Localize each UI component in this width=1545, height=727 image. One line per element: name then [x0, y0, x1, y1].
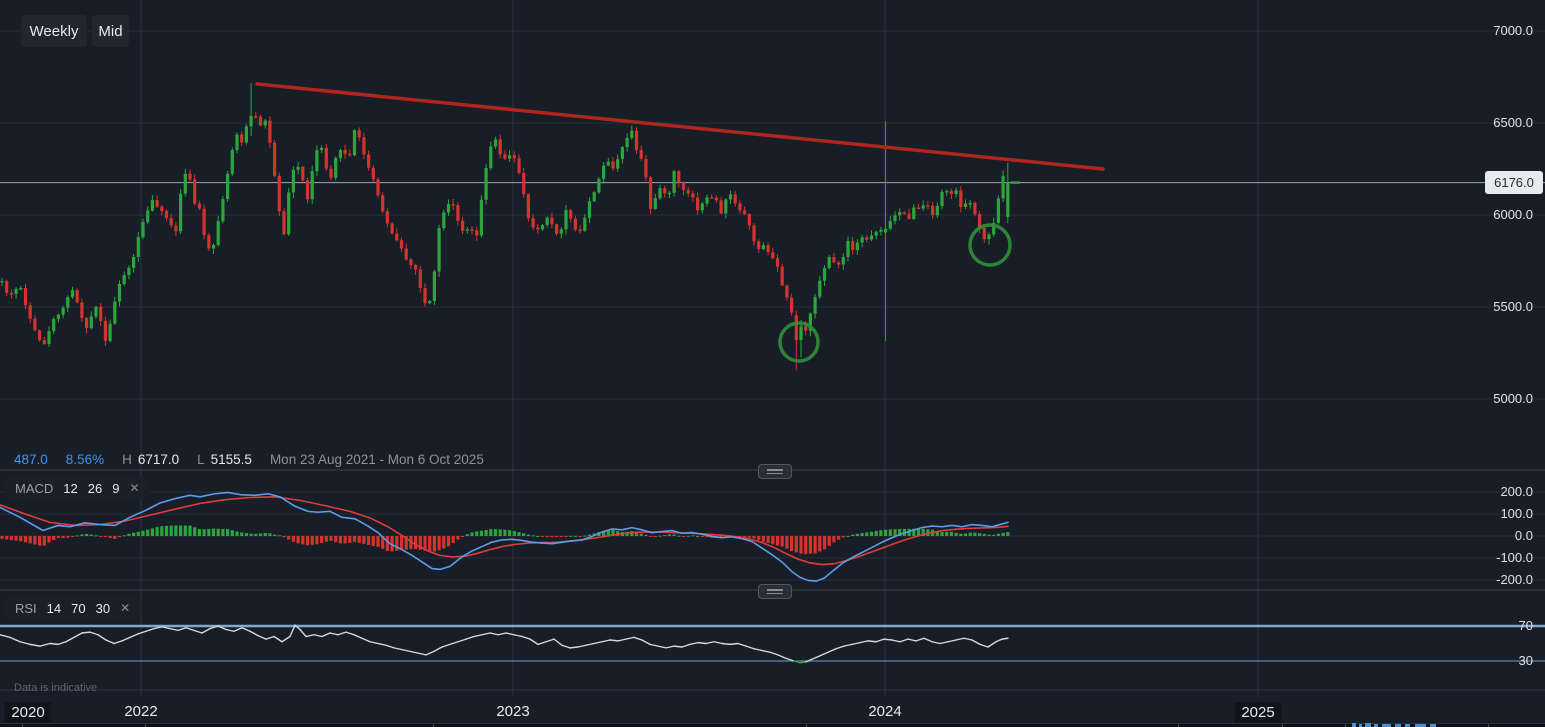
rsi-panel	[0, 625, 1545, 663]
macd-param-slow: 26	[88, 481, 102, 496]
rsi-tick: 70	[1463, 618, 1533, 634]
data-indicative-note: Data is indicative	[14, 682, 97, 694]
macd-tick: 200.0	[1463, 484, 1533, 500]
price-tick: 5500.0	[1463, 299, 1533, 315]
macd-panel-resize-handle[interactable]	[758, 464, 792, 479]
high-value: 6717.0	[138, 452, 179, 467]
trading-chart-app: Weekly Mid 487.0 8.56% H 6717.0 L 5155.5…	[0, 0, 1545, 727]
year-label: 2022	[124, 702, 157, 722]
rsi-name: RSI	[15, 601, 37, 616]
rsi-param-period: 14	[47, 601, 61, 616]
macd-tick: -100.0	[1463, 550, 1533, 566]
macd-close-icon[interactable]: ✕	[129, 481, 139, 495]
year-label: 2020	[4, 702, 51, 724]
price-tick: 5000.0	[1463, 391, 1533, 407]
macd-panel	[0, 492, 1009, 581]
price-tick: 7000.0	[1463, 23, 1533, 39]
macd-tick: 0.0	[1463, 528, 1533, 544]
price-tick: 6000.0	[1463, 207, 1533, 223]
instrument-info-bar: 487.0 8.56% H 6717.0 L 5155.5 Mon 23 Aug…	[14, 450, 484, 468]
macd-tick: 100.0	[1463, 506, 1533, 522]
year-label: 2023	[496, 702, 529, 722]
low-value: 5155.5	[211, 452, 252, 467]
macd-param-fast: 12	[63, 481, 77, 496]
year-label: 2024	[868, 702, 901, 722]
rsi-indicator-pill[interactable]: RSI 14 70 30 ✕	[5, 597, 140, 619]
rsi-close-icon[interactable]: ✕	[120, 601, 130, 615]
current-price-label: 6176.0	[1485, 171, 1543, 194]
year-label: 2025	[1234, 702, 1281, 724]
low-stat: L 5155.5	[197, 452, 252, 467]
bottom-scrollbar[interactable]	[0, 723, 1545, 727]
change-value: 487.0	[14, 452, 48, 467]
price-tick: 6500.0	[1463, 115, 1533, 131]
clipped-watermark	[1352, 722, 1442, 727]
macd-indicator-pill[interactable]: MACD 12 26 9 ✕	[5, 477, 150, 499]
chart-canvas[interactable]	[0, 0, 1545, 727]
candles	[0, 83, 1019, 370]
low-label: L	[197, 452, 205, 467]
highlight-circles	[780, 225, 1010, 361]
change-percent: 8.56%	[66, 452, 104, 467]
timeframe-button[interactable]: Weekly	[21, 15, 87, 47]
bar-size-button[interactable]: Mid	[92, 15, 129, 47]
rsi-tick: 30	[1463, 653, 1533, 669]
rsi-param-overbought: 70	[71, 601, 85, 616]
high-stat: H 6717.0	[122, 452, 179, 467]
high-label: H	[122, 452, 132, 467]
trendline	[257, 84, 1103, 169]
macd-tick: -200.0	[1463, 572, 1533, 588]
macd-name: MACD	[15, 481, 53, 496]
rsi-panel-resize-handle[interactable]	[758, 584, 792, 599]
macd-param-signal: 9	[112, 481, 119, 496]
date-range: Mon 23 Aug 2021 - Mon 6 Oct 2025	[270, 452, 484, 467]
rsi-param-oversold: 30	[96, 601, 110, 616]
